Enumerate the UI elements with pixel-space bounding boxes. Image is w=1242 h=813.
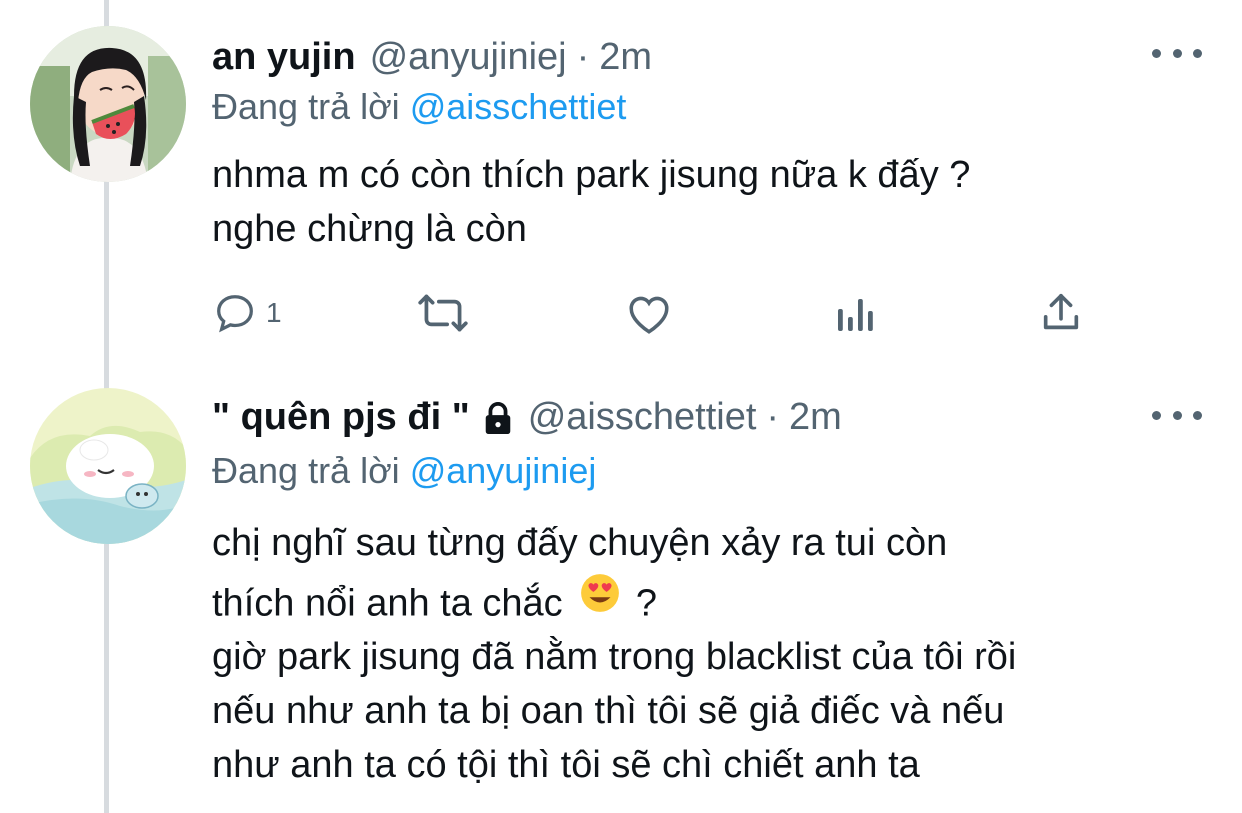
tweet-actions: 1 [212,288,1092,338]
replying-to-label: Đang trả lời [212,86,400,127]
tweet-text-segment: thích nổi anh ta chắc [212,582,563,625]
reply-button[interactable]: 1 [212,288,282,338]
tweet-text-line: nghe chừng là còn [212,208,527,250]
heart-eyes-emoji [579,572,621,631]
tweet-text-line: thích nổi anh ta chắc ? [212,572,1016,630]
reply-icon [217,295,253,333]
more-icon[interactable] [1152,400,1202,430]
tweet-text-line: nhma m có còn thích park jisung nữa k đấ… [212,154,971,196]
share-icon [1043,293,1079,330]
tweet-text-line: như anh ta có tội thì tôi sẽ chì chiết a… [212,744,920,786]
tweet-text: chị nghĩ sau từng đấy chuyện xảy ra tui … [212,514,1016,792]
tweet-text-line: nếu như anh ta bị oan thì tôi sẽ giả điế… [212,690,1005,732]
tweet-header: an yujin @anyujiniej · 2m [212,36,652,79]
like-icon [629,296,669,334]
replying-to: Đang trả lời @aisschettiet [212,86,626,128]
tweet-thread: an yujin @anyujiniej · 2m Đang trả lời @… [0,0,1242,813]
tweet-text-segment: ? [635,582,657,625]
replying-to-mention[interactable]: @aisschettiet [410,86,627,127]
share-button[interactable] [1038,288,1084,338]
separator-dot: · [576,36,590,78]
timestamp[interactable]: 2m [599,36,652,79]
lock-icon [482,401,514,435]
retweet-button[interactable] [414,288,472,338]
analytics-icon [838,299,873,331]
analytics-button[interactable] [834,288,878,338]
tweet-anyujiniej[interactable]: an yujin @anyujiniej · 2m Đang trả lời @… [0,0,1242,370]
user-handle[interactable]: @anyujiniej [370,36,567,79]
display-name[interactable]: " quên pjs đi " [212,396,470,439]
tweet-header: " quên pjs đi " @aisschettiet · 2m [212,396,842,439]
separator-dot: · [766,396,780,438]
reply-count: 1 [266,297,282,328]
retweet-icon [418,294,468,332]
user-handle[interactable]: @aisschettiet [528,396,757,439]
avatar-aisschettiet[interactable] [30,388,186,544]
tweet-text-line: giờ park jisung đã nằm trong blacklist c… [212,636,1017,678]
tweet-text: nhma m có còn thích park jisung nữa k đấ… [212,148,970,256]
avatar-anyujiniej[interactable] [30,26,186,182]
like-button[interactable] [624,288,674,338]
timestamp[interactable]: 2m [789,396,842,439]
replying-to: Đang trả lời @anyujiniej [212,450,596,492]
tweet-aisschettiet[interactable]: " quên pjs đi " @aisschettiet · 2m Đang … [0,370,1242,813]
display-name[interactable]: an yujin [212,36,356,79]
replying-to-label: Đang trả lời [212,450,400,491]
replying-to-mention[interactable]: @anyujiniej [410,450,597,491]
tweet-text-line: chị nghĩ sau từng đấy chuyện xảy ra tui … [212,522,948,564]
more-icon[interactable] [1152,38,1202,68]
